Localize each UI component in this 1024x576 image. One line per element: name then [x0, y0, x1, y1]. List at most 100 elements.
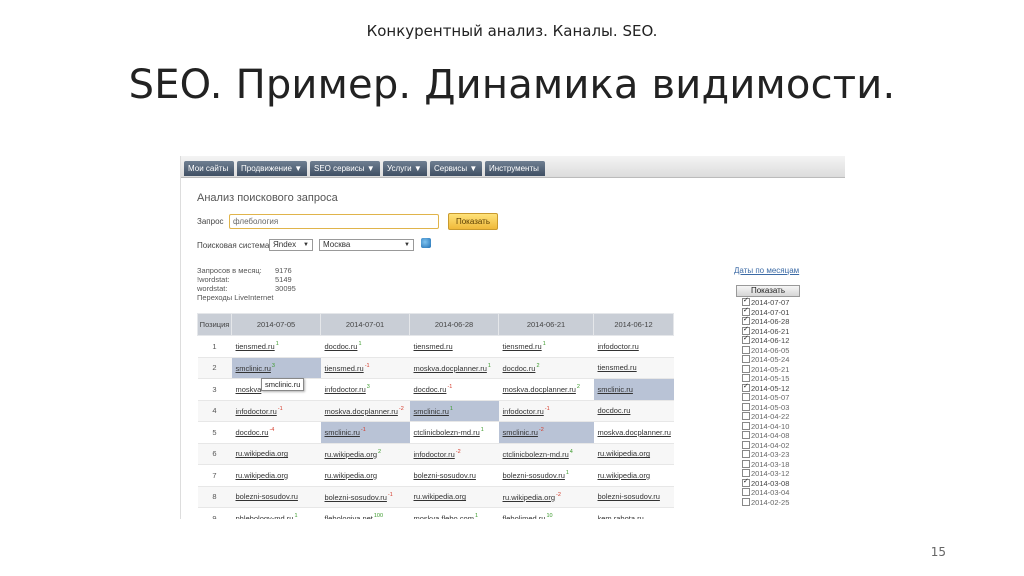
date-checkbox[interactable] [742, 364, 750, 373]
date-checkbox-item[interactable]: 2014-02-25 [742, 497, 789, 508]
date-checkbox[interactable] [742, 421, 750, 430]
domain-link[interactable]: tiensmed.ru [236, 342, 275, 351]
domain-link[interactable]: flebolimed.ru [503, 514, 546, 519]
domain-link[interactable]: ctclinicbolezn-md.ru [503, 450, 569, 459]
domain-link[interactable]: tiensmed.ru [598, 363, 637, 372]
by-month-link[interactable]: Даты по месяцам [734, 266, 799, 275]
nav-tab-seo-services[interactable]: SEO сервисы ▼ [310, 161, 380, 176]
date-checkbox[interactable] [742, 355, 750, 363]
date-checkbox-item[interactable]: 2014-04-08 [742, 431, 789, 441]
engine-select[interactable]: Яndex ▼ [269, 239, 313, 251]
column-header[interactable]: 2014-07-01 [320, 313, 410, 336]
domain-link[interactable]: moskva.docplanner.ru [414, 364, 487, 373]
domain-link[interactable]: smclinic.ru [414, 407, 449, 416]
domain-link[interactable]: ru.wikipedia.org [325, 471, 378, 480]
date-checkbox-item[interactable]: 2014-07-01 [742, 306, 789, 318]
domain-link[interactable]: flebologiya.net [325, 514, 373, 519]
domain-link[interactable]: moskva.flebo.com [414, 514, 474, 519]
date-checkbox-item[interactable]: 2014-04-22 [742, 412, 789, 422]
column-header[interactable]: 2014-06-12 [593, 313, 674, 336]
date-checkbox-item[interactable]: 2014-03-18 [742, 459, 789, 470]
date-checkbox-item[interactable]: 2014-03-08 [742, 477, 789, 489]
date-checkbox[interactable] [742, 412, 750, 420]
domain-link[interactable]: ctclinicbolezn-md.ru [414, 428, 480, 437]
domain-link[interactable]: docdoc.ru [598, 406, 631, 415]
nav-tab-promotion[interactable]: Продвижение ▼ [237, 161, 307, 176]
date-checkbox-item[interactable]: 2014-05-03 [742, 402, 789, 413]
nav-tab-uslugi[interactable]: Услуги ▼ [383, 161, 427, 176]
date-checkbox-item[interactable]: 2014-03-04 [742, 488, 789, 498]
domain-link[interactable]: infodoctor.ru [598, 342, 639, 351]
nav-tab-instruments[interactable]: Инструменты [485, 161, 545, 176]
date-checkbox-item[interactable]: 2014-03-23 [742, 450, 789, 460]
domain-link[interactable]: ru.wikipedia.org [236, 471, 289, 480]
date-checkbox[interactable] [742, 393, 750, 401]
date-checkbox-item[interactable]: 2014-06-05 [742, 345, 789, 356]
domain-link[interactable]: infodoctor.ru [414, 450, 455, 459]
date-checkbox-item[interactable]: 2014-06-21 [742, 325, 789, 337]
domain-link[interactable]: moskva.docplanner.ru [598, 428, 671, 437]
domain-link[interactable]: docdoc.ru [503, 364, 536, 373]
date-checkbox[interactable] [742, 488, 750, 496]
date-checkbox-item[interactable]: 2014-07-07 [742, 296, 789, 308]
region-select[interactable]: Москва ▼ [319, 239, 414, 251]
domain-link[interactable]: tiensmed.ru [325, 364, 364, 373]
domain-link[interactable]: docdoc.ru [414, 385, 447, 394]
domain-link[interactable]: smclinic.ru [236, 364, 271, 373]
date-checkbox[interactable] [742, 497, 750, 506]
date-checkbox[interactable] [742, 459, 750, 468]
date-checkbox[interactable] [742, 450, 750, 458]
domain-link[interactable]: infodoctor.ru [503, 407, 544, 416]
domain-link[interactable]: smclinic.ru [503, 428, 538, 437]
date-checkbox[interactable] [742, 382, 750, 392]
date-checkbox-item[interactable]: 2014-05-21 [742, 364, 789, 375]
date-checkbox-item[interactable]: 2014-05-07 [742, 393, 789, 403]
domain-link[interactable]: tiensmed.ru [503, 342, 542, 351]
domain-link[interactable]: ru.wikipedia.org [414, 492, 467, 501]
show-button[interactable]: Показать [448, 213, 498, 230]
domain-link[interactable]: infodoctor.ru [236, 407, 277, 416]
domain-link[interactable]: bolezni-sosudov.ru [503, 471, 565, 480]
date-checkbox-item[interactable]: 2014-05-15 [742, 374, 789, 384]
date-checkbox-item[interactable]: 2014-06-12 [742, 334, 789, 346]
date-checkbox-item[interactable]: 2014-04-02 [742, 440, 789, 451]
domain-link[interactable]: docdoc.ru [236, 428, 269, 437]
date-checkbox[interactable] [742, 477, 750, 487]
date-checkbox-item[interactable]: 2014-04-10 [742, 421, 789, 432]
domain-link[interactable]: kem.rabota.ru [598, 514, 644, 519]
domain-link[interactable]: bolezni-sosudov.ru [598, 492, 660, 501]
domain-link[interactable]: infodoctor.ru [325, 385, 366, 394]
domain-link[interactable]: phlebology-md.ru [236, 514, 294, 519]
domain-link[interactable]: moskva.docplanner.ru [325, 407, 398, 416]
domain-link[interactable]: tiensmed.ru [414, 342, 453, 351]
date-checkbox[interactable] [742, 345, 750, 354]
domain-link[interactable]: smclinic.ru [598, 385, 633, 394]
date-checkbox[interactable] [742, 334, 750, 344]
date-checkbox[interactable] [742, 431, 750, 439]
domain-link[interactable]: ru.wikipedia.org [598, 471, 651, 480]
domain-link[interactable]: bolezni-sosudov.ru [236, 492, 298, 501]
domain-link[interactable]: ru.wikipedia.org [236, 449, 289, 458]
nav-tab-servisy[interactable]: Сервисы ▼ [430, 161, 482, 176]
domain-link[interactable]: docdoc.ru [325, 342, 358, 351]
globe-icon[interactable] [421, 238, 431, 248]
date-checkbox[interactable] [742, 402, 750, 411]
column-header[interactable]: 2014-07-05 [231, 313, 321, 336]
date-checkbox-item[interactable]: 2014-03-12 [742, 469, 789, 479]
query-input[interactable]: флебология [229, 214, 439, 229]
column-header[interactable]: 2014-06-21 [498, 313, 594, 336]
domain-link[interactable]: ru.wikipedia.org [325, 450, 378, 459]
domain-link[interactable]: ru.wikipedia.org [503, 493, 556, 502]
nav-tab-my-sites[interactable]: Мои сайты [184, 161, 234, 176]
date-checkbox-item[interactable]: 2014-06-28 [742, 315, 789, 327]
domain-link[interactable]: bolezni-sosudov.ru [414, 471, 476, 480]
date-checkbox-item[interactable]: 2014-05-12 [742, 382, 789, 394]
date-checkbox[interactable] [742, 440, 750, 449]
domain-link[interactable]: moskva.docplanner.ru [503, 385, 576, 394]
domain-link[interactable]: bolezni-sosudov.ru [325, 493, 387, 502]
domain-link[interactable]: moskva [236, 385, 262, 394]
date-checkbox-item[interactable]: 2014-05-24 [742, 355, 789, 365]
domain-link[interactable]: smclinic.ru [325, 428, 360, 437]
domain-link[interactable]: ru.wikipedia.org [598, 449, 651, 458]
column-header[interactable]: 2014-06-28 [409, 313, 499, 336]
